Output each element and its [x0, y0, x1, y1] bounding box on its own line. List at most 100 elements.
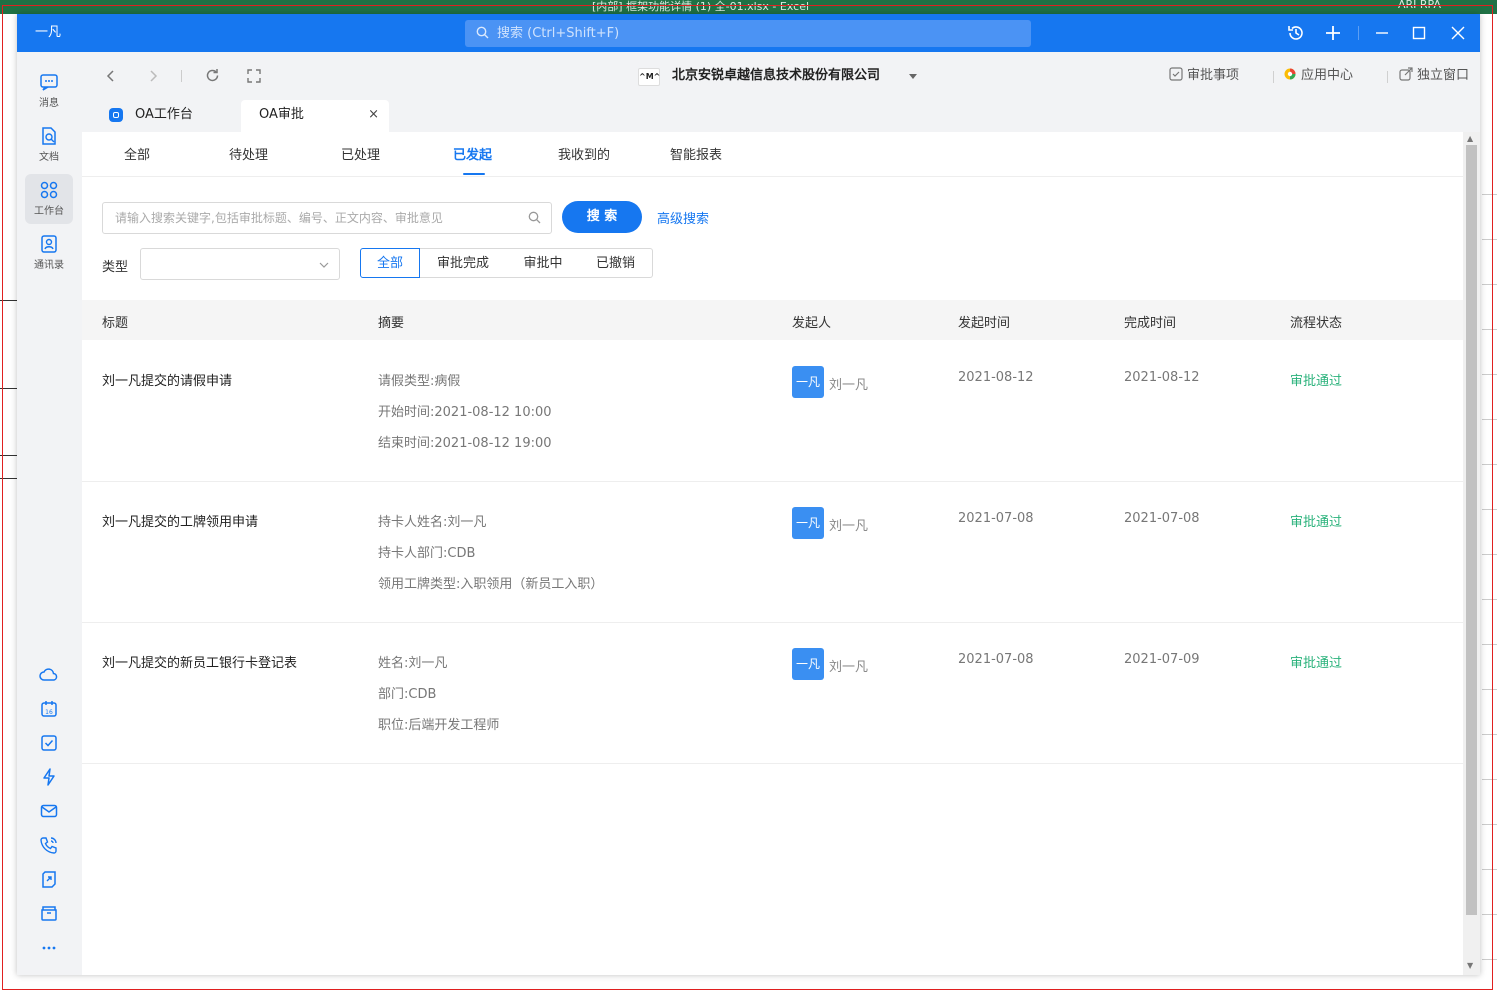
- tab-oa-workbench[interactable]: OA工作台: [99, 100, 239, 132]
- subtab-received[interactable]: 我收到的: [558, 144, 610, 163]
- excel-grid-right: [1482, 150, 1497, 980]
- task-check-icon[interactable]: [39, 733, 59, 753]
- segment-all[interactable]: 全部: [360, 248, 420, 278]
- app-center-icon: [1283, 67, 1297, 81]
- rail-item-docs[interactable]: 文档: [25, 120, 73, 170]
- column-header: 标题: [102, 316, 129, 331]
- approval-search-input[interactable]: [113, 203, 517, 233]
- subtab-pending[interactable]: 待处理: [229, 144, 268, 163]
- summary-line: 开始时间:2021-08-12 10:00: [378, 405, 552, 420]
- scroll-up-icon[interactable]: ▲: [1467, 134, 1473, 143]
- summary-line: 持卡人姓名:刘一凡: [378, 515, 487, 530]
- row-title[interactable]: 刘一凡提交的工牌领用申请: [102, 511, 258, 530]
- rail-item-label: 工作台: [34, 206, 64, 217]
- app-window: 一凡 搜索 (Ctrl+Shift+F) 消息 文档 工作台 通讯录 16 ^M…: [17, 14, 1480, 975]
- cloud-icon[interactable]: [39, 665, 59, 685]
- workbench-icon: [39, 180, 59, 200]
- row-summary: 姓名:刘一凡 部门:CDB 职位:后端开发工程师: [378, 652, 499, 745]
- avatar: 一凡: [792, 507, 824, 539]
- segment-revoked[interactable]: 已撤销: [579, 248, 653, 278]
- grid-line: [0, 388, 18, 389]
- table-header: 标题 摘要 发起人 发起时间 完成时间 流程状态: [82, 300, 1463, 340]
- history-icon[interactable]: [1285, 22, 1307, 44]
- lightning-icon[interactable]: [39, 767, 59, 787]
- start-date: 2021-07-08: [958, 511, 1034, 526]
- scroll-down-icon[interactable]: ▼: [1467, 961, 1473, 970]
- column-header: 发起时间: [958, 316, 1011, 331]
- avatar: 一凡: [792, 366, 824, 398]
- subtab-initiated[interactable]: 已发起: [453, 144, 492, 175]
- grid-line: [0, 300, 18, 301]
- table-row[interactable]: 刘一凡提交的工牌领用申请 持卡人姓名:刘一凡 持卡人部门:CDB 领用工牌类型:…: [82, 481, 1463, 623]
- summary-line: 持卡人部门:CDB: [378, 546, 476, 561]
- header-separator: [1387, 71, 1388, 83]
- nav-row: ^M^ 北京安锐卓越信息技术股份有限公司 审批事项 应用中心 独立窗口: [82, 52, 1480, 100]
- excel-title-bar: [内部] 框架功能详情 (1) 全-01.xlsx - Excel ARI RP…: [0, 0, 1497, 14]
- segment-completed[interactable]: 审批完成: [419, 248, 508, 278]
- left-rail: 消息 文档 工作台 通讯录 16: [17, 52, 82, 975]
- link-doc-icon[interactable]: [39, 869, 59, 889]
- back-icon[interactable]: [101, 66, 121, 86]
- tab-oa-approval[interactable]: OA审批 ×: [241, 100, 389, 132]
- global-search[interactable]: 搜索 (Ctrl+Shift+F): [465, 20, 1031, 47]
- type-select[interactable]: [140, 248, 340, 280]
- grid-line: [0, 455, 18, 456]
- more-icon[interactable]: [39, 938, 59, 958]
- rail-item-contacts[interactable]: 通讯录: [25, 228, 73, 278]
- vertical-scrollbar[interactable]: ▲ ▼: [1463, 132, 1480, 975]
- end-date: 2021-08-12: [1124, 370, 1200, 385]
- row-title[interactable]: 刘一凡提交的请假申请: [102, 370, 232, 389]
- rail-item-workbench[interactable]: 工作台: [25, 174, 73, 224]
- maximize-icon[interactable]: [1408, 22, 1430, 44]
- minimize-icon[interactable]: [1371, 22, 1393, 44]
- start-date: 2021-08-12: [958, 370, 1034, 385]
- row-summary: 持卡人姓名:刘一凡 持卡人部门:CDB 领用工牌类型:入职领用（新员工入职）: [378, 511, 603, 604]
- app-center-link[interactable]: 应用中心: [1283, 66, 1353, 86]
- app-logo[interactable]: 一凡: [35, 23, 61, 43]
- search-icon: [476, 20, 489, 47]
- table-row[interactable]: 刘一凡提交的请假申请 请假类型:病假 开始时间:2021-08-12 10:00…: [82, 340, 1463, 482]
- advanced-search-link[interactable]: 高级搜索: [657, 208, 709, 227]
- approval-items-link[interactable]: 审批事项: [1169, 66, 1239, 86]
- refresh-icon[interactable]: [202, 66, 222, 86]
- scrollbar-thumb[interactable]: [1466, 145, 1477, 915]
- subtab-smart-report[interactable]: 智能报表: [670, 144, 722, 163]
- company-logo: ^M^: [638, 68, 660, 86]
- segment-in-progress[interactable]: 审批中: [507, 248, 580, 278]
- add-icon[interactable]: [1322, 22, 1344, 44]
- rail-item-messages[interactable]: 消息: [25, 66, 73, 116]
- message-icon: [39, 72, 59, 92]
- header-separator: [1273, 71, 1274, 83]
- table-row[interactable]: 刘一凡提交的新员工银行卡登记表 姓名:刘一凡 部门:CDB 职位:后端开发工程师…: [82, 622, 1463, 764]
- close-icon[interactable]: [1447, 22, 1469, 44]
- subtab-bar: 全部 待处理 已处理 已发起 我收到的 智能报表: [82, 132, 1463, 177]
- calendar-icon[interactable]: 16: [39, 699, 59, 719]
- subtab-processed[interactable]: 已处理: [341, 144, 380, 163]
- summary-line: 姓名:刘一凡: [378, 656, 448, 671]
- caret-down-icon: [908, 66, 918, 89]
- title-bar: 一凡 搜索 (Ctrl+Shift+F): [17, 14, 1480, 52]
- summary-line: 领用工牌类型:入职领用（新员工入职）: [378, 577, 604, 592]
- row-title[interactable]: 刘一凡提交的新员工银行卡登记表: [102, 652, 297, 671]
- document-icon: [39, 126, 59, 146]
- end-date: 2021-07-08: [1124, 511, 1200, 526]
- company-name: 北京安锐卓越信息技术股份有限公司: [672, 68, 881, 83]
- grid-line: [0, 478, 18, 479]
- close-icon[interactable]: ×: [368, 100, 379, 130]
- search-icon[interactable]: [528, 211, 541, 224]
- excel-title-fragment: [内部] 框架功能详情 (1) 全-01.xlsx - Excel: [592, 0, 810, 13]
- subtab-all[interactable]: 全部: [124, 144, 150, 163]
- fullscreen-icon[interactable]: [244, 66, 264, 86]
- phone-icon[interactable]: [39, 835, 59, 855]
- tab-label: OA工作台: [135, 107, 193, 122]
- start-date: 2021-07-08: [958, 652, 1034, 667]
- mail-icon[interactable]: [39, 801, 59, 821]
- standalone-window-link[interactable]: 独立窗口: [1399, 66, 1469, 86]
- summary-line: 请假类型:病假: [378, 374, 461, 389]
- status-label: 审批通过: [1290, 515, 1343, 530]
- search-button[interactable]: 搜 索: [562, 201, 642, 233]
- checkbox-icon: [1169, 67, 1183, 81]
- folder-icon[interactable]: [39, 903, 59, 923]
- forward-icon[interactable]: [143, 66, 163, 86]
- workbench-tab-icon: [109, 108, 123, 122]
